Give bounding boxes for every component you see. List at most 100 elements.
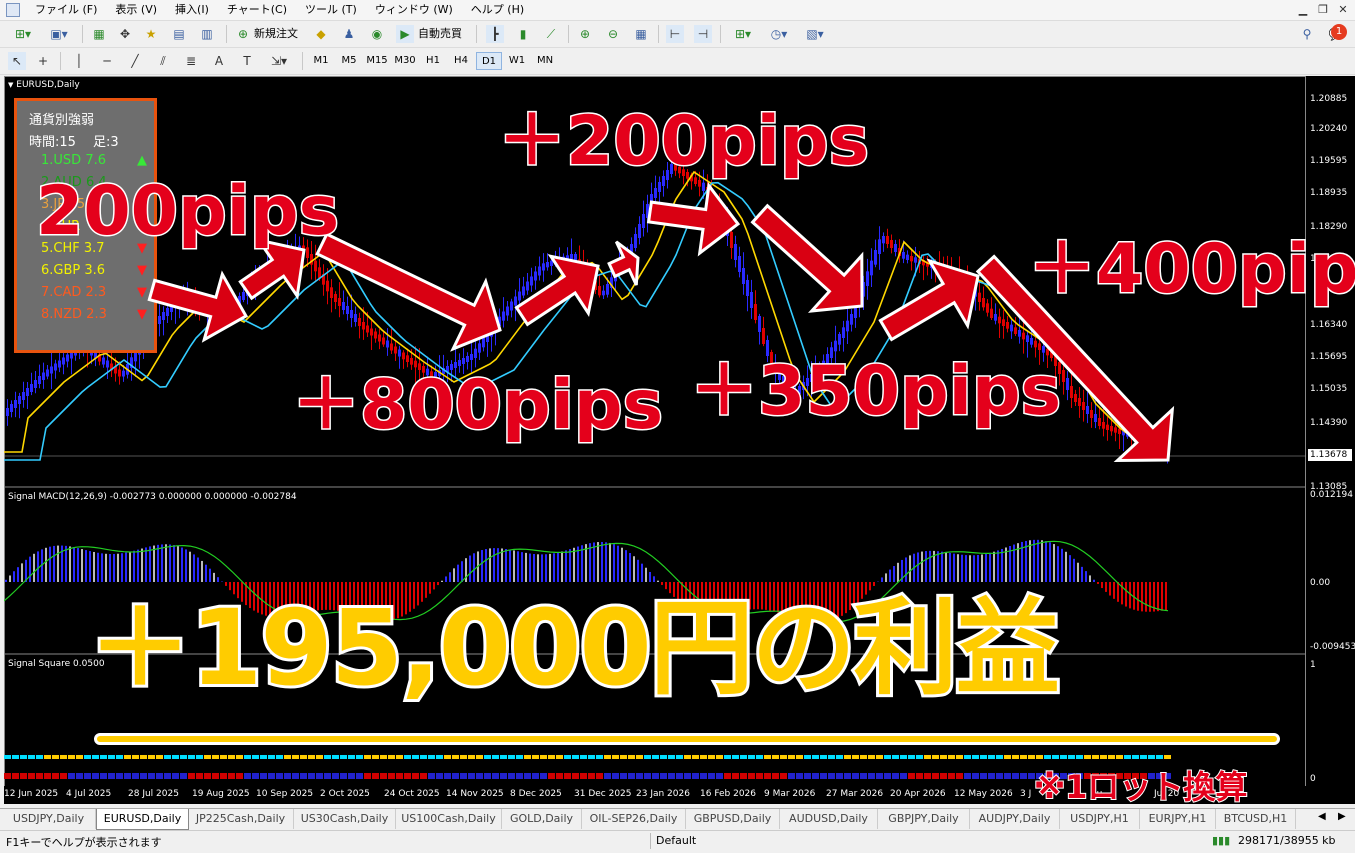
signal-band [364,755,371,759]
new-chart-icon[interactable]: ⊞▾ [8,25,38,43]
signals-icon[interactable]: ♟ [340,25,358,43]
timeframe-m1[interactable]: M1 [308,52,334,70]
signal-band [308,755,315,759]
tile-windows-icon[interactable]: ▦ [632,25,650,43]
bar-chart-icon[interactable]: ┣ [486,25,504,43]
minimize-icon[interactable]: ▁ [1294,2,1312,17]
tab-scroll-left-icon[interactable]: ◀ [1318,811,1326,822]
tab-gbpusd-daily[interactable]: GBPUSD,Daily [686,809,780,829]
tab-audusd-daily[interactable]: AUDUSD,Daily [780,809,878,829]
status-help: F1キーでヘルプが表示されます [6,836,162,849]
candle-body [978,292,981,302]
horizontal-line-icon[interactable]: ─ [98,52,116,70]
timeframe-m30[interactable]: M30 [392,52,418,70]
menu-window[interactable]: ウィンドウ (W) [366,0,462,20]
candle-body [250,284,253,292]
tab-audjpy-daily[interactable]: AUDJPY,Daily [970,809,1060,829]
auto-trade-icon[interactable]: ▶ [396,25,414,43]
price-label: 1.15035 [1310,384,1348,394]
new-order-button[interactable]: 新規注文 [252,25,300,43]
chart-shift-icon[interactable]: ⊣ [694,25,712,43]
signal-band [324,755,331,759]
search-icon[interactable]: ⚲ [1298,25,1316,43]
navigator-icon[interactable]: ★ [142,25,160,43]
tab-eurusd-daily[interactable]: EURUSD,Daily [96,809,189,830]
arrows-icon[interactable]: ⇲▾ [264,52,294,70]
candle-body [718,205,721,215]
timeframe-m5[interactable]: M5 [336,52,362,70]
signal-band [76,773,83,779]
channel-icon[interactable]: ⫽ [154,52,172,70]
menu-help[interactable]: ヘルプ (H) [462,0,533,20]
auto-trade-button[interactable]: 自動売買 [416,25,464,43]
trendline-icon[interactable]: ╱ [126,52,144,70]
fibonacci-icon[interactable]: ≣ [182,52,200,70]
signal-band [156,755,163,759]
new-order-icon[interactable]: ⊕ [234,25,252,43]
zoom-in-icon[interactable]: ⊕ [576,25,594,43]
metaeditor-icon[interactable]: ◆ [312,25,330,43]
timeframe-w1[interactable]: W1 [504,52,530,70]
menu-file[interactable]: ファイル (F) [26,0,106,20]
timeframe-d1[interactable]: D1 [476,52,502,70]
text-label-icon[interactable]: T [238,52,256,70]
timeframe-mn[interactable]: MN [532,52,558,70]
crosshair-icon[interactable]: + [34,52,52,70]
line-chart-icon[interactable]: ⟋ [542,25,560,43]
tab-us100cash-daily[interactable]: US100Cash,Daily [396,809,502,829]
market-icon[interactable]: ◉ [368,25,386,43]
candle-body [1090,410,1093,418]
tab-us30cash-daily[interactable]: US30Cash,Daily [294,809,396,829]
close-icon[interactable]: ✕ [1334,2,1352,17]
auto-scroll-icon[interactable]: ⊢ [666,25,684,43]
tab-gold-daily[interactable]: GOLD,Daily [502,809,582,829]
menu-insert[interactable]: 挿入(I) [166,0,218,20]
periods-icon[interactable]: ◷▾ [764,25,794,43]
timeframe-h1[interactable]: H1 [420,52,446,70]
cursor-icon[interactable]: ↖ [8,52,26,70]
profiles-icon[interactable]: ▣▾ [44,25,74,43]
tab-usdjpy-h1[interactable]: USDJPY,H1 [1060,809,1140,829]
templates-icon[interactable]: ▧▾ [800,25,830,43]
menu-tools[interactable]: ツール (T) [296,0,366,20]
signal-band [564,773,571,779]
signal-band [860,773,867,779]
indicators-icon[interactable]: ⊞▾ [728,25,758,43]
signal-band [212,773,219,779]
signal-band [1076,755,1083,759]
terminal-icon[interactable]: ▤ [170,25,188,43]
signal-band [948,773,955,779]
candle-body [886,236,889,244]
candle-body [214,309,217,315]
tab-usdjpy-daily[interactable]: USDJPY,Daily [2,809,96,829]
market-watch-icon[interactable]: ▦ [90,25,108,43]
candle-body [10,404,13,412]
signal-band [452,773,459,779]
candle-body [1038,343,1041,350]
tab-gbpjpy-daily[interactable]: GBPJPY,Daily [878,809,970,829]
signal-band [1156,755,1163,759]
tab-jp225cash-daily[interactable]: JP225Cash,Daily [188,809,294,829]
signal-band [284,755,291,759]
restore-icon[interactable]: ❐ [1314,2,1332,17]
tab-oil-sep26-daily[interactable]: OIL-SEP26,Daily [582,809,686,829]
tab-scroll-right-icon[interactable]: ▶ [1338,811,1346,822]
menu-view[interactable]: 表示 (V) [106,0,166,20]
candle-body [326,280,329,292]
tab-btcusd-h1[interactable]: BTCUSD,H1 [1216,809,1296,829]
strategy-tester-icon[interactable]: ▥ [198,25,216,43]
menu-chart[interactable]: チャート(C) [218,0,296,20]
timeframe-h4[interactable]: H4 [448,52,474,70]
timeframe-m15[interactable]: M15 [364,52,390,70]
text-tool-icon[interactable]: A [210,52,228,70]
signal-band [740,755,747,759]
signal-band [748,773,755,779]
signal-band [172,755,179,759]
tab-eurjpy-h1[interactable]: EURJPY,H1 [1140,809,1216,829]
data-window-icon[interactable]: ✥ [116,25,134,43]
candlestick-icon[interactable]: ▮ [514,25,532,43]
signal-band [988,755,995,759]
vertical-line-icon[interactable]: │ [70,52,88,70]
zoom-out-icon[interactable]: ⊖ [604,25,622,43]
candle-body [334,294,337,302]
